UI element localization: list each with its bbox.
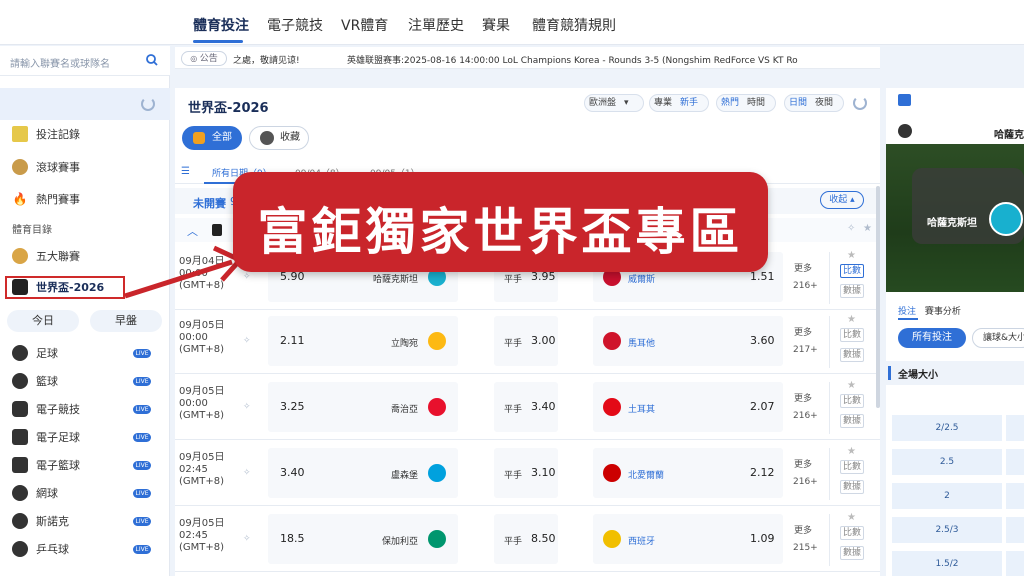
promo-banner: 富鉅獨家世界盃專區 [233,172,768,272]
promo-arrow [124,245,245,299]
app-window: 體育投注 電子競技 VR體育 注單歷史 賽果 體育競猜規則 請輸入聯賽名或球隊名… [0,0,1024,576]
promo-text: 富鉅獨家世界盃專區 [257,203,744,261]
